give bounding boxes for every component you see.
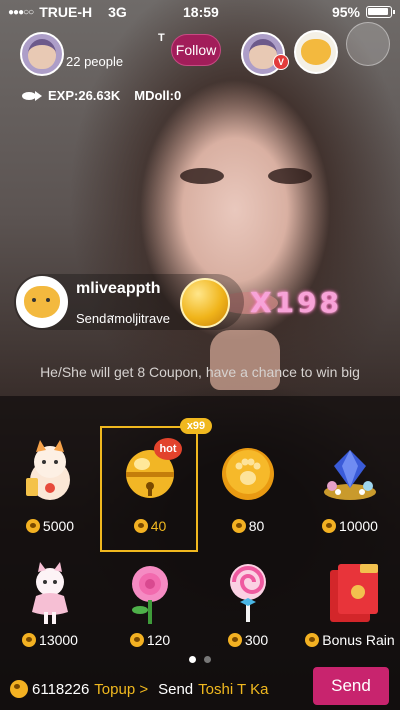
page-dot[interactable] [204,656,211,663]
cat-girl-icon [32,562,68,624]
gift-price-value: 13000 [39,632,78,648]
viewer-count: 22 people [66,54,124,69]
host-avatar-face [28,39,56,69]
gift-price: 120 [100,632,200,648]
gift-price-value: 10000 [339,518,378,534]
balance-value: 6118226 [32,680,90,698]
sender-action: Sendสmoljitrave [76,311,170,326]
video-neck [210,330,280,390]
network-type: 3G [108,4,127,20]
coin-icon [22,633,37,647]
gift-price: 10000 [300,518,400,534]
host-avatar[interactable] [20,32,64,76]
bell-gift-icon [180,278,230,328]
battery-icon [366,6,395,18]
carrier-name: TRUE-H [39,4,93,20]
mdoll-value: MDoll:0 [134,88,182,103]
coin-icon [322,519,337,533]
gem-pile-icon [324,450,376,500]
gift-price: 80 [198,518,298,534]
sender-name: mliveappth [76,280,161,297]
cat-icon [24,286,60,318]
gift-price-value: Bonus Rain [322,632,395,648]
viewer-avatar-cat[interactable] [294,30,338,74]
promo-text: He/She will get 8 Coupon, have a chance … [40,364,360,380]
gift-price-value: 300 [244,632,269,648]
rose-icon [132,566,168,624]
coin-icon [231,519,246,533]
vip-badge: V [273,54,289,70]
exp-value: EXP:26.63K [48,88,121,103]
lollipop-icon [230,564,266,622]
gift-price-value: 5000 [42,518,75,534]
lucky-cat-icon [26,440,70,500]
coin-icon [10,680,28,698]
gift-price-value: 80 [248,518,265,534]
gift-gem-pile[interactable]: 10000 [300,426,400,550]
gift-red-envelope[interactable]: Bonus Rain [300,548,400,672]
count-badge: x99 [180,418,212,434]
gift-price-value: 120 [146,632,171,648]
combo-count: X198 [250,286,343,319]
topup-link[interactable]: Topup > [94,681,148,698]
close-button[interactable] [346,22,390,66]
follow-button[interactable]: Follow [171,34,221,66]
fish-icon [22,90,42,101]
gift-price: 13000 [0,632,100,648]
status-bar: ●●●○○ TRUE-H 3G 18:59 95% [0,0,400,24]
video-eye-left [180,168,224,184]
page-indicator [0,656,400,663]
status-right: 95% [331,4,395,20]
battery-percent: 95% [331,4,360,20]
exp-row: EXP:26.63K MDoll:0 [22,88,181,103]
gold-coin-icon [222,448,274,500]
video-eye-right [268,168,312,184]
send-button[interactable]: Send [313,667,389,705]
gift-cat-girl[interactable]: 13000 [0,548,100,672]
clock: 18:59 [183,4,219,20]
gift-price: 5000 [0,518,100,534]
coin-icon [129,633,144,647]
gift-price: 300 [198,632,298,648]
gift-lucky-cat[interactable]: 5000 [0,426,100,550]
gift-rose[interactable]: 120 [100,548,200,672]
recipient-selector[interactable]: Toshi T Ka [198,681,268,698]
gift-gold-coin[interactable]: 80 [198,426,298,550]
send-to-label: Send [158,680,194,698]
red-envelope-icon [330,564,378,622]
coin-balance: 6118226 [10,680,89,698]
coin-icon [25,519,40,533]
coin-icon [227,633,242,647]
t-mark: T [158,32,165,44]
sender-avatar[interactable] [16,276,68,328]
hot-badge: hot [154,438,182,460]
page-dot-active[interactable] [189,656,196,663]
coin-icon [305,633,320,647]
signal-dots-icon: ●●●○○ [8,6,34,18]
status-left: ●●●○○ TRUE-H 3G [8,4,127,20]
selected-gift-frame [100,426,198,552]
gift-lollipop[interactable]: 300 [198,548,298,672]
gift-price: Bonus Rain [300,632,400,648]
cat-icon [301,39,331,65]
